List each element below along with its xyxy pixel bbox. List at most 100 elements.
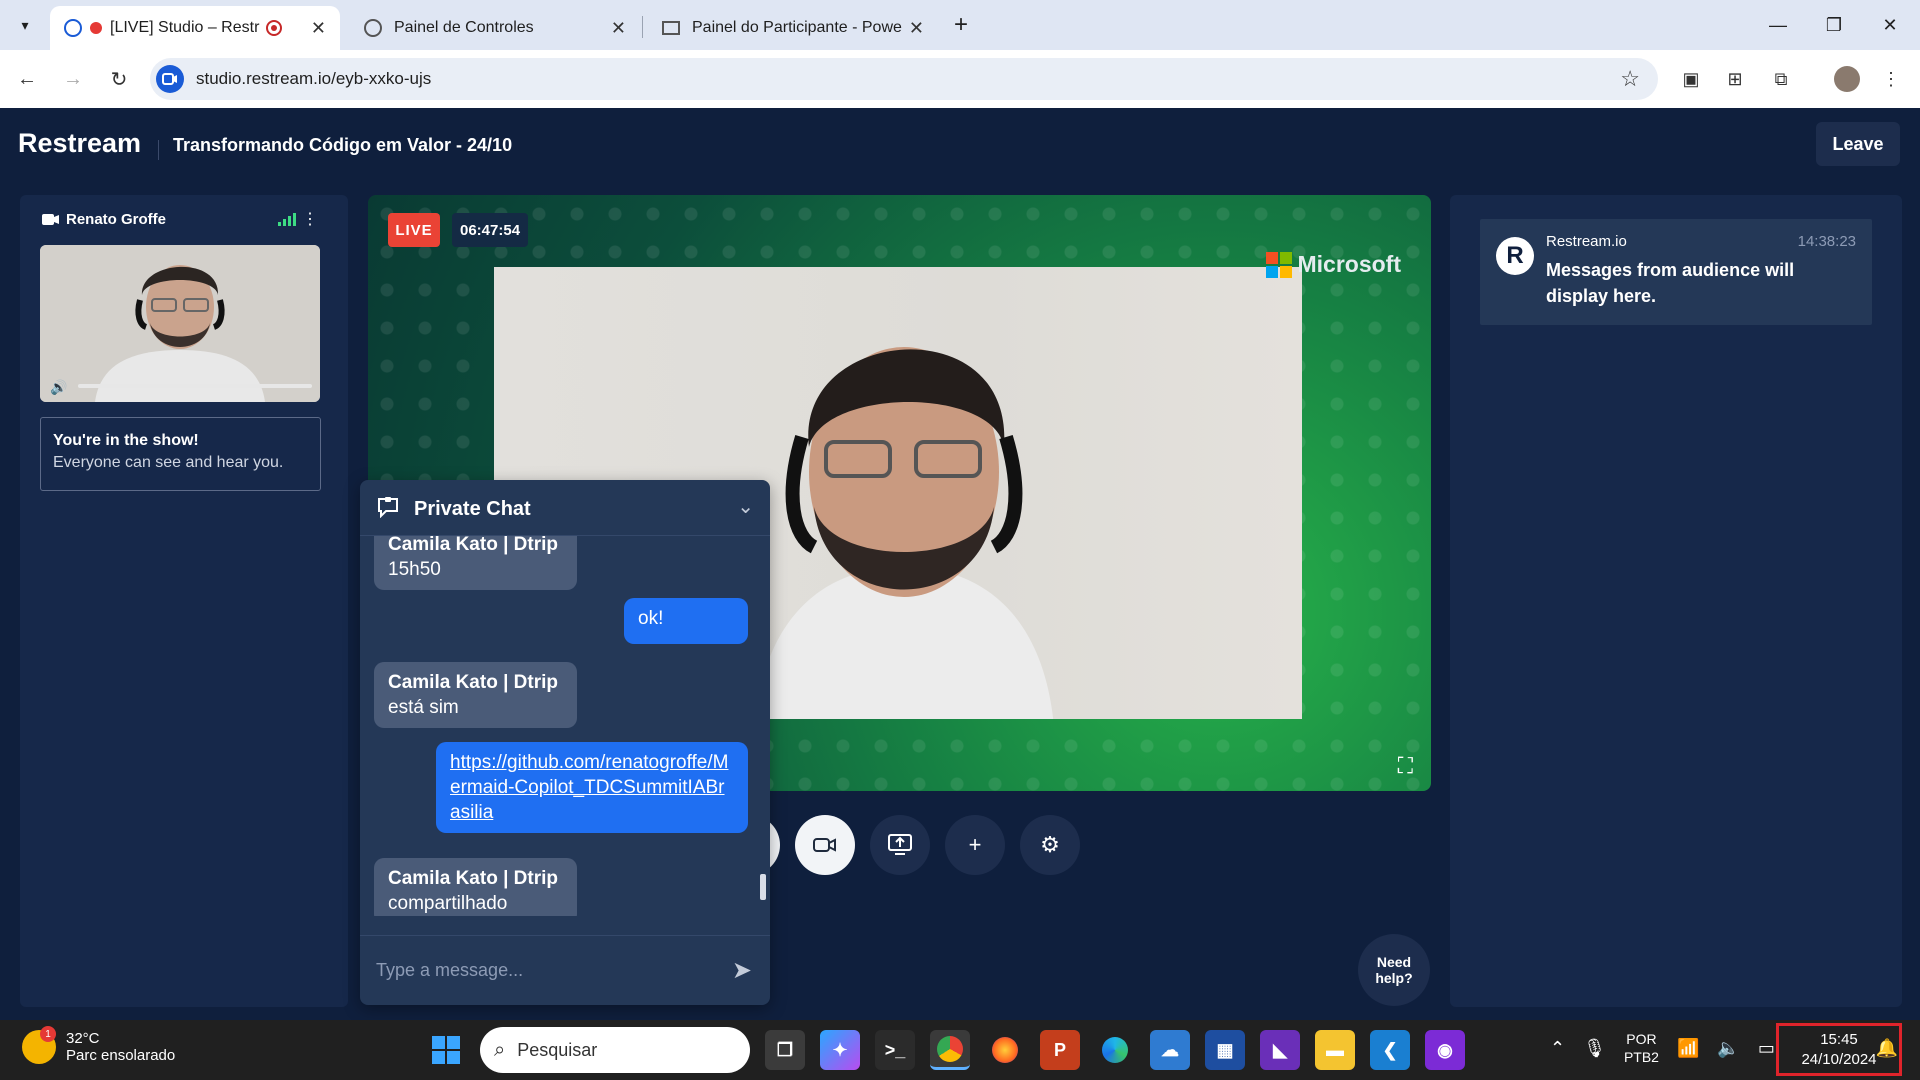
language-indicator[interactable]: POR PTB2: [1624, 1030, 1659, 1066]
message-input[interactable]: Type a message...: [376, 960, 523, 981]
restore-icon[interactable]: ❐: [1814, 10, 1854, 40]
globe-icon: [364, 19, 382, 37]
edge-icon[interactable]: [1095, 1030, 1135, 1070]
tab-restream-studio[interactable]: [LIVE] Studio – Restream ✕: [50, 6, 340, 50]
close-tab-icon[interactable]: ✕: [611, 18, 626, 39]
extensions-icon[interactable]: ⧉: [1766, 64, 1796, 94]
bookmark-star-icon[interactable]: ☆: [1620, 66, 1640, 92]
weather-badge: 1: [40, 1026, 56, 1042]
chat-message-out: https://github.com/renatogroffe/Mermaid-…: [436, 742, 748, 833]
firefox-icon[interactable]: [985, 1030, 1025, 1070]
share-screen-button[interactable]: [870, 815, 930, 875]
streaming-app-icon[interactable]: ◉: [1425, 1030, 1465, 1070]
weather-temp: 32°C: [66, 1030, 100, 1047]
speaker-icon[interactable]: 🔈: [1717, 1038, 1739, 1059]
message-text: Messages from audience will display here…: [1546, 260, 1795, 306]
picture-in-picture-icon[interactable]: ▣: [1676, 64, 1706, 94]
close-tab-icon[interactable]: ✕: [909, 18, 924, 39]
chevron-down-icon[interactable]: ⌄: [737, 494, 754, 519]
message-author: Camila Kato | Dtrip: [388, 536, 559, 555]
share-screen-icon: [888, 834, 912, 855]
message-author: Camila Kato | Dtrip: [388, 672, 559, 693]
docker-icon[interactable]: ☁: [1150, 1030, 1190, 1070]
shared-link[interactable]: https://github.com/renatogroffe/Mermaid-…: [450, 752, 728, 823]
restream-logo: Restream: [18, 128, 142, 158]
tab-search-icon[interactable]: ▾: [10, 12, 40, 38]
restream-avatar: R: [1496, 237, 1534, 275]
windows-taskbar: 1 32°C Parc ensolarado ⌕ Pesquisar ❐ ✦ >…: [0, 1020, 1920, 1080]
start-button[interactable]: [432, 1036, 460, 1064]
private-chat-input-area: Type a message... ➤: [360, 935, 770, 1005]
in-show-notice: You're in the show! Everyone can see and…: [40, 417, 321, 491]
weather-widget[interactable]: 1 32°C Parc ensolarado: [22, 1026, 176, 1064]
chrome-icon[interactable]: [930, 1030, 970, 1070]
tab-painel-participante[interactable]: Painel do Participante - Powere ✕: [648, 6, 938, 50]
audience-chat-panel: R Restream.io 14:38:23 Messages from aud…: [1450, 195, 1902, 1007]
speaker-image: [754, 347, 1054, 719]
chat-message-in: Camila Kato | Dtrip compartilhado: [374, 858, 577, 916]
taskbar-search[interactable]: ⌕ Pesquisar: [480, 1027, 750, 1073]
participant-options-icon[interactable]: ⋮: [302, 209, 318, 229]
chevron-up-icon[interactable]: ⌃: [1550, 1038, 1565, 1059]
private-chat-header[interactable]: Private Chat ⌄: [360, 480, 770, 536]
stream-timer: 06:47:54: [452, 213, 529, 247]
microphone-tray-icon[interactable]: 🎙: [1583, 1038, 1606, 1059]
chat-scrollbar[interactable]: [760, 874, 766, 900]
task-view-icon[interactable]: ❐: [765, 1030, 805, 1070]
battery-icon[interactable]: ▭: [1758, 1038, 1775, 1059]
site-info-icon[interactable]: [156, 65, 184, 93]
message-time: 14:38:23: [1797, 233, 1856, 250]
tab-title: [LIVE] Studio – Restream: [110, 19, 260, 36]
tab-strip: ▾ [LIVE] Studio – Restream ✕ Painel de C…: [0, 0, 1920, 50]
browser-menu-icon[interactable]: ⋮: [1876, 64, 1906, 94]
new-tab-button[interactable]: +: [946, 11, 976, 38]
back-icon[interactable]: ←: [12, 64, 42, 94]
close-tab-icon[interactable]: ✕: [311, 18, 326, 39]
visual-studio-icon[interactable]: ◣: [1260, 1030, 1300, 1070]
send-icon[interactable]: ➤: [732, 956, 752, 985]
app-grid-icon[interactable]: ▦: [1205, 1030, 1245, 1070]
audience-chat-message: R Restream.io 14:38:23 Messages from aud…: [1480, 219, 1872, 325]
minimize-icon[interactable]: —: [1758, 10, 1798, 40]
add-icon: +: [968, 832, 982, 857]
profile-avatar[interactable]: [1832, 64, 1862, 94]
tab-title: Painel de Controles: [394, 19, 534, 36]
message-author: Camila Kato | Dtrip: [388, 868, 559, 889]
chat-message-in: Camila Kato | Dtrip está sim: [374, 662, 577, 728]
url-text: studio.restream.io/eyb-xxko-ujs: [196, 69, 432, 88]
wifi-icon[interactable]: 📶: [1677, 1038, 1699, 1059]
private-chat-title: Private Chat: [414, 498, 531, 520]
file-explorer-icon[interactable]: ▬: [1315, 1030, 1355, 1070]
leave-button[interactable]: Leave: [1816, 122, 1900, 166]
settings-button[interactable]: ⚙: [1020, 815, 1080, 875]
message-author: Restream.io: [1546, 233, 1627, 250]
system-tray: ⌃ 🎙 POR PTB2 📶 🔈 ▭: [1550, 1030, 1775, 1066]
tab-painel-controles[interactable]: Painel de Controles ✕: [350, 6, 640, 50]
address-bar[interactable]: studio.restream.io/eyb-xxko-ujs ☆: [150, 58, 1658, 100]
close-window-icon[interactable]: ✕: [1870, 10, 1910, 40]
copilot-icon[interactable]: ✦: [820, 1030, 860, 1070]
qr-code-icon[interactable]: ⊞: [1720, 64, 1750, 94]
studio-header: Restream Transformando Código em Valor -…: [0, 108, 1920, 188]
private-chat-messages: Camila Kato | Dtrip 15h50 ok! Camila Kat…: [360, 536, 770, 916]
need-help-button[interactable]: Need help?: [1358, 934, 1430, 1006]
notification-bell-icon[interactable]: 🔔: [1876, 1038, 1898, 1059]
language-code: POR: [1626, 1031, 1657, 1047]
tab-title: Painel do Participante - Powere: [692, 19, 902, 36]
volume-icon[interactable]: 🔊: [50, 379, 67, 396]
header-divider: [158, 140, 159, 160]
reload-icon[interactable]: ↻: [104, 64, 134, 94]
camera-button[interactable]: [795, 815, 855, 875]
vscode-icon[interactable]: ❮: [1370, 1030, 1410, 1070]
volume-slider[interactable]: [78, 384, 312, 388]
add-button[interactable]: +: [945, 815, 1005, 875]
stage-controls: + ⚙: [720, 815, 1080, 875]
terminal-icon[interactable]: >_: [875, 1030, 915, 1070]
powerpoint-icon[interactable]: P: [1040, 1030, 1080, 1070]
forward-icon[interactable]: →: [58, 64, 88, 94]
participant-thumbnail[interactable]: 🔊: [40, 245, 320, 402]
weather-desc: Parc ensolarado: [66, 1047, 176, 1064]
microsoft-squares-icon: [1265, 251, 1292, 278]
fullscreen-icon[interactable]: ⛶: [1398, 753, 1413, 779]
participant-video-image: [40, 245, 320, 402]
